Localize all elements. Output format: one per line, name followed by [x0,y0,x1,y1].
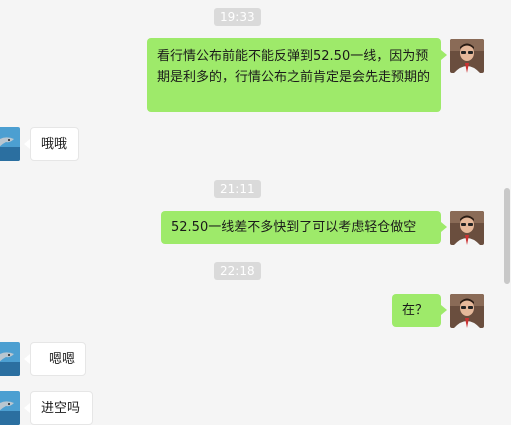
contact-avatar-icon[interactable] [0,342,20,376]
message-bubble-outgoing[interactable]: 52.50一线差不多快到了可以考虑轻仓做空 [161,211,441,244]
chat-message-area[interactable]: 19:33 看行情公布前能不能反弹到52.50一线，因为预期是利多的，行情公布之… [0,0,511,425]
bubble-tail [441,50,447,60]
self-avatar-icon[interactable] [450,39,484,73]
contact-avatar-icon[interactable] [0,391,20,425]
message-bubble-incoming[interactable]: 哦哦 [30,127,79,161]
bubble-tail [441,305,447,315]
scrollbar-thumb[interactable] [504,188,510,284]
timestamp: 19:33 [214,8,261,26]
self-avatar-icon[interactable] [450,211,484,245]
bubble-tail [441,222,447,232]
message-bubble-outgoing[interactable]: 看行情公布前能不能反弹到52.50一线，因为预期是利多的，行情公布之前肯定是会先… [147,38,441,112]
message-bubble-outgoing[interactable]: 在？ [392,294,441,327]
timestamp: 22:18 [214,262,261,280]
timestamp: 21:11 [214,180,261,198]
contact-avatar-icon[interactable] [0,127,20,161]
message-bubble-incoming[interactable]: 嗯嗯 [30,342,86,376]
message-bubble-incoming[interactable]: 进空吗 [30,391,93,425]
self-avatar-icon[interactable] [450,294,484,328]
